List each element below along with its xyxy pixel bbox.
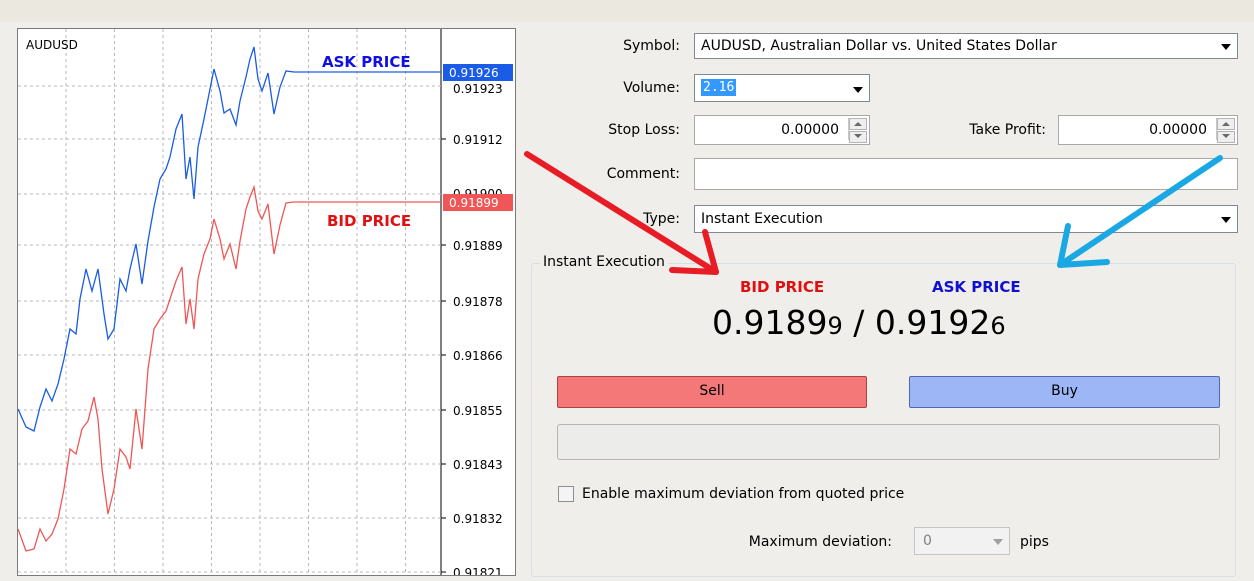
spin-down-icon[interactable]	[1217, 131, 1235, 143]
spin-up-icon[interactable]	[849, 118, 867, 130]
chevron-down-icon	[1221, 44, 1231, 50]
volume-value: 2.16	[701, 79, 737, 96]
price-tick-label: 0.91855	[453, 404, 503, 418]
bid-quote: 0.9189	[712, 303, 828, 342]
type-select[interactable]: Instant Execution	[694, 205, 1238, 233]
stop-loss-field[interactable]: 0.00000	[694, 115, 870, 145]
price-tick-label: 0.91912	[453, 133, 503, 147]
buy-button-label: Buy	[1051, 383, 1078, 399]
top-strip	[0, 0, 1254, 22]
price-chart: 0.91912 0.91889 0.91878 0.91866 0.91855 0.918…	[17, 28, 516, 576]
quote-display: 0.91899 / 0.91926	[712, 303, 1006, 342]
spin-up-icon[interactable]	[1217, 118, 1235, 130]
sell-button-label: Sell	[699, 383, 725, 399]
symbol-value: AUDUSD, Australian Dollar vs. United Sta…	[701, 38, 1057, 54]
price-tick-label: 0.91866	[453, 349, 503, 363]
bid-pip: 9	[827, 312, 843, 340]
symbol-label: AUDUSD	[26, 38, 78, 52]
max-deviation-label: Maximum deviation:	[748, 534, 892, 550]
chevron-down-icon	[993, 539, 1003, 545]
stop-loss-value: 0.00000	[781, 122, 839, 138]
group-title: Instant Execution	[540, 254, 668, 270]
bid-price-label: BID PRICE	[327, 212, 411, 230]
comment-field[interactable]	[694, 158, 1238, 190]
type-label: Type:	[643, 211, 680, 227]
price-tick-label: 0.91889	[453, 239, 503, 253]
symbol-label: Symbol:	[623, 38, 680, 54]
ask-price-line	[18, 46, 441, 432]
price-tick-label: 0.91832	[453, 512, 503, 526]
price-tick-label: 0.91821	[453, 566, 503, 575]
take-profit-spinner[interactable]	[1216, 118, 1235, 143]
chart-svg: 0.91912 0.91889 0.91878 0.91866 0.91855 0.918…	[18, 29, 513, 575]
take-profit-field[interactable]: 0.00000	[1058, 115, 1238, 145]
type-value: Instant Execution	[701, 211, 823, 227]
deviation-checkbox-label: Enable maximum deviation from quoted pri…	[582, 486, 905, 502]
ask-price-label: ASK PRICE	[322, 53, 411, 71]
quote-separator: /	[853, 303, 865, 342]
price-tick-label: 0.91843	[453, 458, 503, 472]
take-profit-label: Take Profit:	[969, 122, 1046, 138]
symbol-select[interactable]: AUDUSD, Australian Dollar vs. United Sta…	[694, 33, 1238, 59]
take-profit-value: 0.00000	[1149, 122, 1207, 138]
ask-pip: 6	[990, 312, 1006, 340]
ask-price-label: ASK PRICE	[932, 278, 1021, 296]
price-tick-label: 0.91878	[453, 295, 503, 309]
spin-down-icon[interactable]	[849, 131, 867, 143]
pips-label: pips	[1020, 534, 1049, 550]
volume-select[interactable]: 2.16	[694, 74, 870, 102]
chevron-down-icon	[853, 87, 863, 93]
stop-loss-spinner[interactable]	[848, 118, 867, 143]
deviation-checkbox[interactable]	[558, 486, 574, 502]
chevron-down-icon	[1221, 217, 1231, 223]
bid-price-label: BID PRICE	[740, 278, 825, 296]
volume-label: Volume:	[623, 80, 680, 96]
bid-price-line	[18, 184, 441, 552]
comment-label: Comment:	[606, 166, 680, 182]
max-deviation-field[interactable]: 0	[914, 527, 1010, 555]
sell-button[interactable]: Sell	[557, 376, 867, 408]
max-deviation-value: 0	[923, 533, 932, 549]
progress-bar	[557, 424, 1220, 460]
ask-price-tag-text: 0.91926	[449, 66, 499, 80]
ask-quote: 0.9192	[874, 303, 991, 342]
buy-button[interactable]: Buy	[909, 376, 1220, 408]
bid-price-tag-text: 0.91899	[449, 196, 499, 210]
price-tick-label: 0.91923	[453, 82, 503, 96]
stop-loss-label: Stop Loss:	[608, 122, 680, 138]
